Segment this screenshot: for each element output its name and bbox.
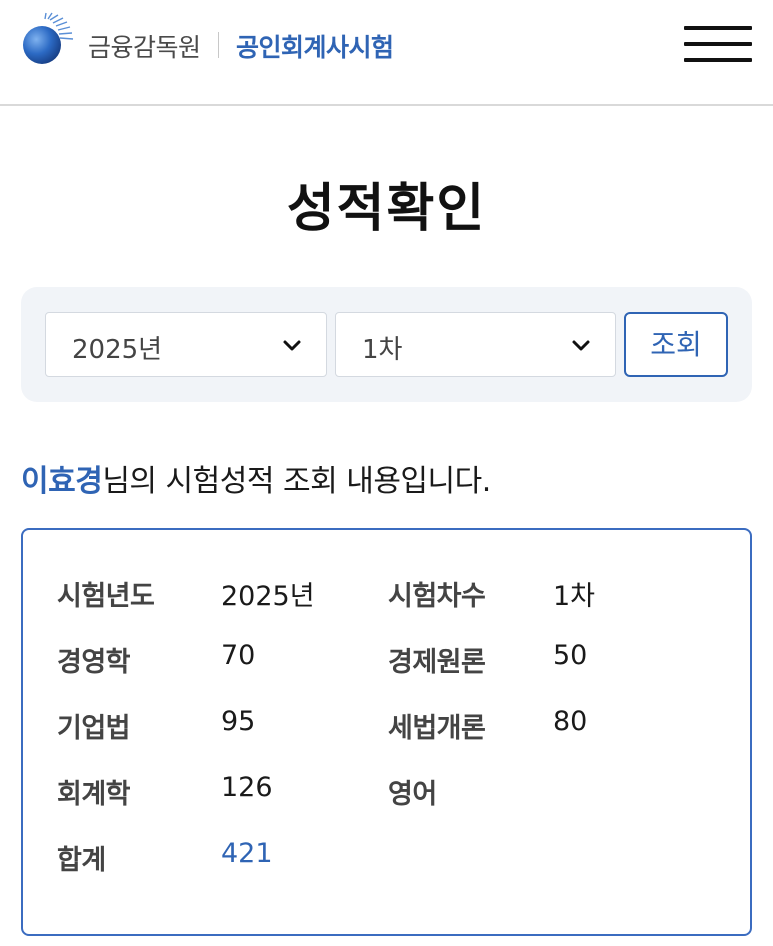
menu-line	[684, 26, 752, 30]
service-name[interactable]: 공인회계사시험	[236, 28, 394, 64]
round-select[interactable]: 1차	[335, 312, 616, 377]
hamburger-menu-icon[interactable]	[684, 24, 754, 68]
menu-line	[684, 42, 752, 46]
search-button[interactable]: 조회	[624, 312, 728, 377]
subject-label: 영어	[388, 779, 437, 810]
subject-score: 126	[221, 772, 273, 803]
year-select[interactable]: 2025년	[45, 312, 327, 377]
total-score: 421	[221, 838, 273, 869]
exam-round-value: 1차	[553, 581, 596, 612]
exam-year-value: 2025년	[221, 581, 315, 612]
examinee-name: 이효경	[21, 464, 103, 499]
exam-round-label: 시험차수	[388, 581, 486, 612]
round-select-value: 1차	[362, 335, 403, 365]
subject-label: 경영학	[57, 647, 131, 678]
subject-score: 70	[221, 640, 256, 671]
total-label: 합계	[57, 845, 106, 876]
subject-label: 회계학	[57, 779, 131, 810]
year-select-value: 2025년	[72, 335, 163, 365]
subject-score: 80	[553, 706, 588, 737]
chevron-down-icon	[572, 340, 590, 351]
subject-label: 기업법	[57, 713, 131, 744]
brand-divider	[218, 32, 219, 58]
search-panel: 2025년 1차 조회	[21, 287, 752, 402]
subject-score: 95	[221, 706, 256, 737]
exam-year-label: 시험년도	[57, 581, 155, 612]
message-suffix: 님의 시험성적 조회 내용입니다.	[102, 464, 491, 499]
subject-label: 경제원론	[388, 647, 486, 678]
brand-name: 금융감독원	[88, 33, 201, 62]
menu-line	[684, 58, 752, 62]
chevron-down-icon	[283, 340, 301, 351]
site-header: 금융감독원 공인회계사시험	[0, 0, 773, 106]
fss-logo-icon[interactable]	[20, 12, 76, 68]
result-message: 이효경님의 시험성적 조회 내용입니다.	[21, 456, 491, 500]
score-result-box: 시험년도 2025년 시험차수 1차 경영학 70 경제원론 50 기업법 95…	[21, 528, 752, 936]
page-title: 성적확인	[286, 179, 487, 239]
subject-label: 세법개론	[388, 713, 486, 744]
subject-score: 50	[553, 640, 588, 671]
